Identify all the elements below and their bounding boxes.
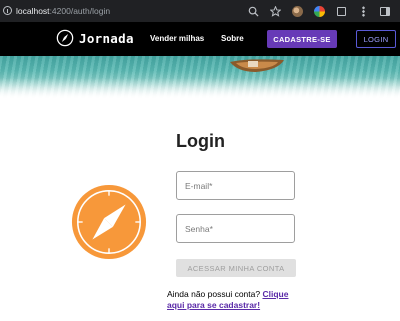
- login-button[interactable]: LOGIN: [356, 30, 396, 48]
- browser-toolbar: localhost:4200/auth/login: [0, 0, 400, 22]
- password-field[interactable]: [176, 214, 295, 243]
- url-path: :4200/auth/login: [49, 5, 111, 16]
- compass-logo-icon: [56, 29, 74, 47]
- brand-name: Jornada: [79, 30, 134, 46]
- url-text[interactable]: localhost:4200/auth/login: [16, 6, 110, 16]
- app-navbar: Jornada Vender milhas Sobre CADASTRE-SE …: [0, 22, 400, 56]
- site-info-icon[interactable]: [3, 6, 12, 15]
- submit-login-button[interactable]: ACESSAR MINHA CONTA: [176, 259, 296, 277]
- menu-dots-icon[interactable]: [352, 0, 374, 22]
- browser-actions: [242, 0, 396, 22]
- compass-icon: [71, 184, 147, 260]
- signup-prompt: Ainda não possui conta? Clique aqui para…: [167, 289, 307, 311]
- login-title: Login: [176, 131, 225, 151]
- extensions-puzzle-icon[interactable]: [330, 0, 352, 22]
- hero-banner: [0, 56, 400, 98]
- signup-button[interactable]: CADASTRE-SE: [267, 30, 337, 48]
- url-host: localhost: [16, 5, 50, 16]
- boat-image: [230, 59, 284, 72]
- signup-prompt-text: Ainda não possui conta?: [167, 289, 261, 299]
- zoom-icon[interactable]: [242, 0, 264, 22]
- side-panel-icon[interactable]: [374, 0, 396, 22]
- bookmark-star-icon[interactable]: [264, 0, 286, 22]
- nav-link-about[interactable]: Sobre: [221, 34, 244, 43]
- nav-link-sell-miles[interactable]: Vender milhas: [150, 34, 204, 43]
- profile-extension-icon[interactable]: [286, 0, 308, 22]
- email-field[interactable]: [176, 171, 295, 200]
- color-extension-icon[interactable]: [308, 0, 330, 22]
- brand-logo[interactable]: Jornada: [56, 29, 134, 47]
